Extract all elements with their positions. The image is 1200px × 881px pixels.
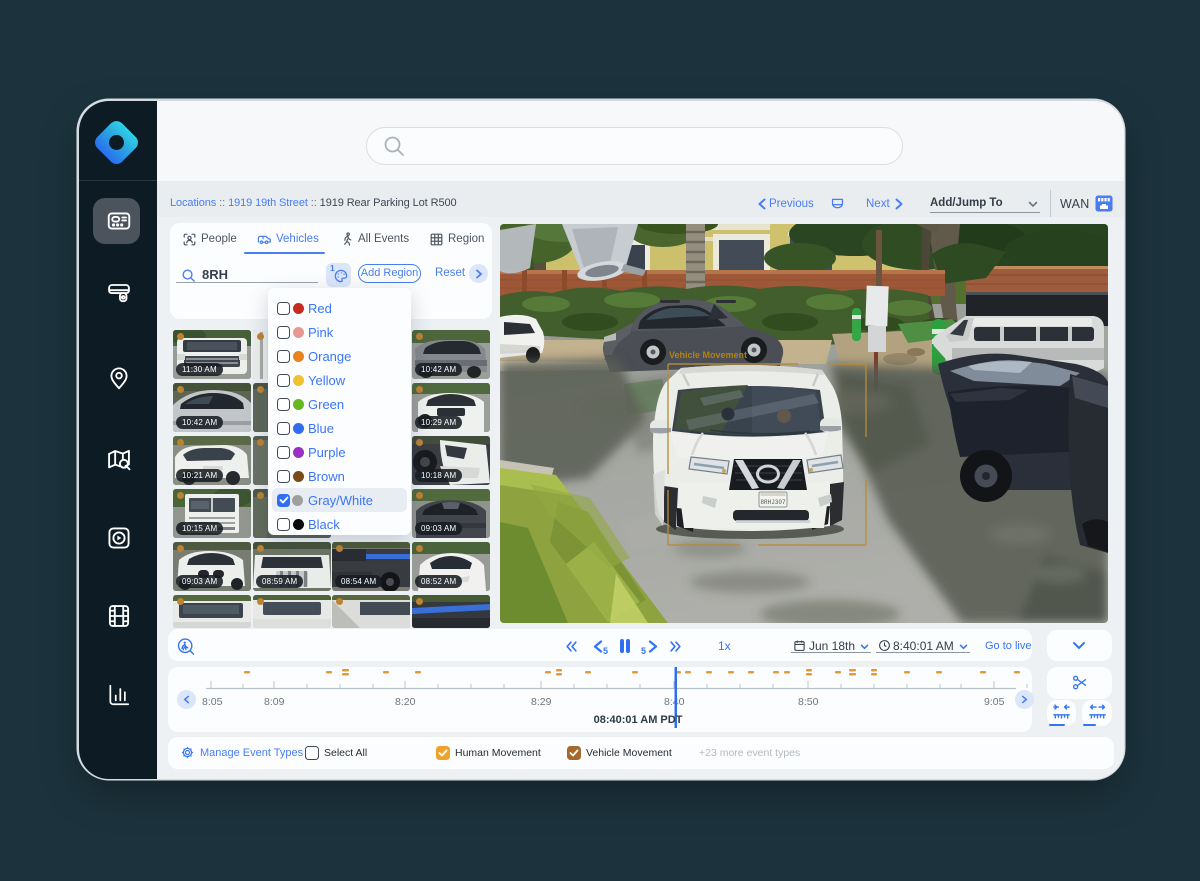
svg-text:Vehicle Movement: Vehicle Movement	[669, 350, 747, 360]
svg-text:8:09: 8:09	[264, 696, 285, 708]
svg-text:8:20: 8:20	[395, 696, 416, 708]
svg-text:8:29: 8:29	[531, 696, 552, 708]
svg-text:8:05: 8:05	[202, 696, 223, 708]
svg-text:8:50: 8:50	[798, 696, 819, 708]
svg-text:08:40:01 AM PDT: 08:40:01 AM PDT	[594, 714, 683, 726]
svg-text:9:05: 9:05	[984, 696, 1005, 708]
svg-text:8RHJ307: 8RHJ307	[760, 499, 786, 506]
svg-text:8:40: 8:40	[664, 696, 685, 708]
